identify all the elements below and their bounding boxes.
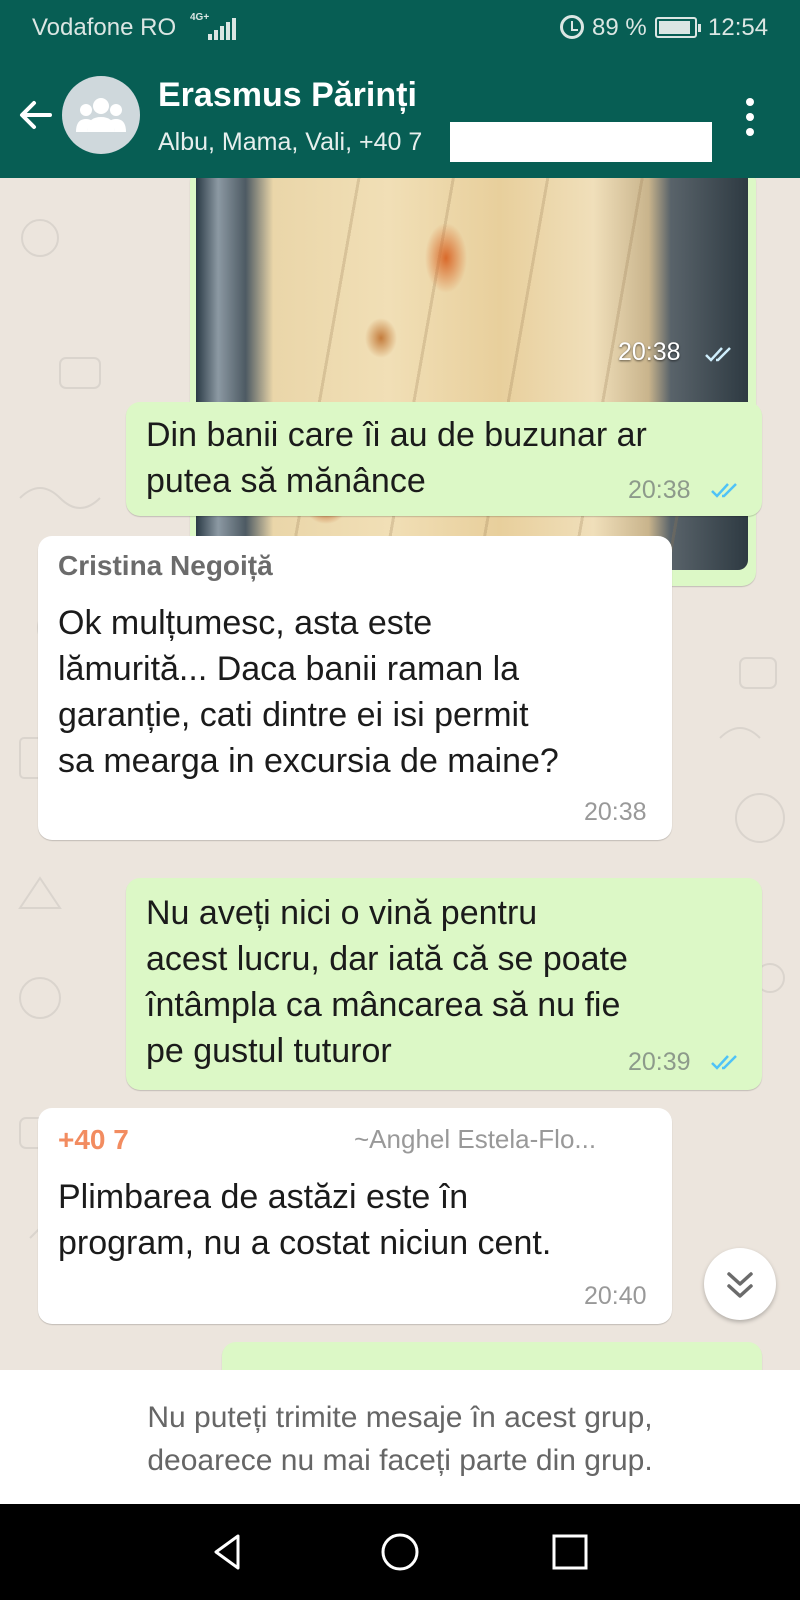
chat-header: Erasmus Părinți Albu, Mama, Vali, +40 7 [0, 54, 800, 178]
message-text-line: Plimbarea de astăzi este în [58, 1178, 469, 1216]
message-list[interactable]: 20:38 .photo .photo-time { left: 428px; … [0, 178, 800, 1370]
participants-list[interactable]: Albu, Mama, Vali, +40 7 [158, 128, 422, 157]
more-vertical-icon[interactable] [736, 96, 766, 138]
incoming-message[interactable]: Cristina Negoiță Ok mulțumesc, asta este… [38, 536, 672, 840]
outgoing-message-partial[interactable] [222, 1342, 762, 1370]
navigation-bar [0, 1504, 800, 1600]
image-message[interactable]: 20:38 [190, 178, 756, 586]
message-text-line: Nu aveți nici o vină pentru [146, 894, 538, 932]
message-text-line: întâmpla ca mâncarea să nu fie [146, 986, 621, 1024]
outgoing-message[interactable]: Din banii care îi au de buzunar ar putea… [126, 402, 762, 516]
back-triangle-icon[interactable] [206, 1530, 250, 1574]
read-ticks-icon [711, 1055, 737, 1070]
status-bar: Vodafone RO 4G+ 89 % 12:54 [0, 0, 800, 54]
message-time: 20:38 [628, 476, 691, 504]
home-circle-icon[interactable] [378, 1530, 422, 1574]
message-text-line: putea să mănânce [146, 462, 426, 500]
message-text-line: Din banii care îi au de buzunar ar [146, 416, 647, 454]
message-time: 20:38 [618, 338, 681, 366]
read-ticks-icon [705, 347, 731, 362]
message-time: 20:38 [584, 798, 647, 826]
message-time: 20:40 [584, 1282, 647, 1310]
scroll-to-bottom-button[interactable] [704, 1248, 776, 1320]
message-text-line: sa mearga in excursia de maine? [58, 742, 559, 780]
notice-line: deoarece nu mai faceți parte din grup. [147, 1444, 653, 1477]
battery-icon [655, 17, 701, 38]
recents-square-icon[interactable] [548, 1530, 592, 1574]
clock: 12:54 [708, 14, 769, 41]
arrow-left-icon[interactable] [14, 94, 56, 136]
notice-line: Nu puteți trimite mesaje în acest grup, [147, 1401, 653, 1434]
carrier-label: Vodafone RO [32, 14, 177, 41]
message-time: 20:39 [628, 1048, 691, 1076]
outgoing-message[interactable]: Nu aveți nici o vină pentru acest lucru,… [126, 878, 762, 1090]
message-text-line: Ok mulțumesc, asta este [58, 604, 433, 642]
alarm-icon [560, 15, 584, 39]
message-text-line: garanție, cati dintre ei isi permit [58, 696, 529, 734]
signal-icon [208, 18, 236, 40]
sender-name[interactable]: Cristina Negoiță [58, 550, 273, 582]
network-type: 4G+ [190, 12, 210, 23]
double-chevron-down-icon [727, 1272, 753, 1298]
read-ticks-icon [711, 483, 737, 498]
sender-display-name: ~Anghel Estela-Flo... [354, 1124, 597, 1154]
sender-phone[interactable]: +40 7 [58, 1124, 129, 1156]
incoming-message[interactable]: +40 7 ~Anghel Estela-Flo... Plimbarea de… [38, 1108, 672, 1324]
message-text-line: acest lucru, dar iată că se poate [146, 940, 628, 978]
message-text-line: lămurită... Daca banii raman la [58, 650, 520, 688]
chat-title[interactable]: Erasmus Părinți [158, 76, 417, 115]
message-text-line: program, nu a costat niciun cent. [58, 1224, 552, 1262]
message-text-line: pe gustul tuturor [146, 1032, 392, 1070]
battery-percent: 89 % [592, 14, 647, 41]
group-icon [76, 98, 126, 132]
redaction-box [450, 122, 712, 162]
group-left-notice: Nu puteți trimite mesaje în acest grup, … [0, 1370, 800, 1504]
group-avatar[interactable] [62, 76, 140, 154]
